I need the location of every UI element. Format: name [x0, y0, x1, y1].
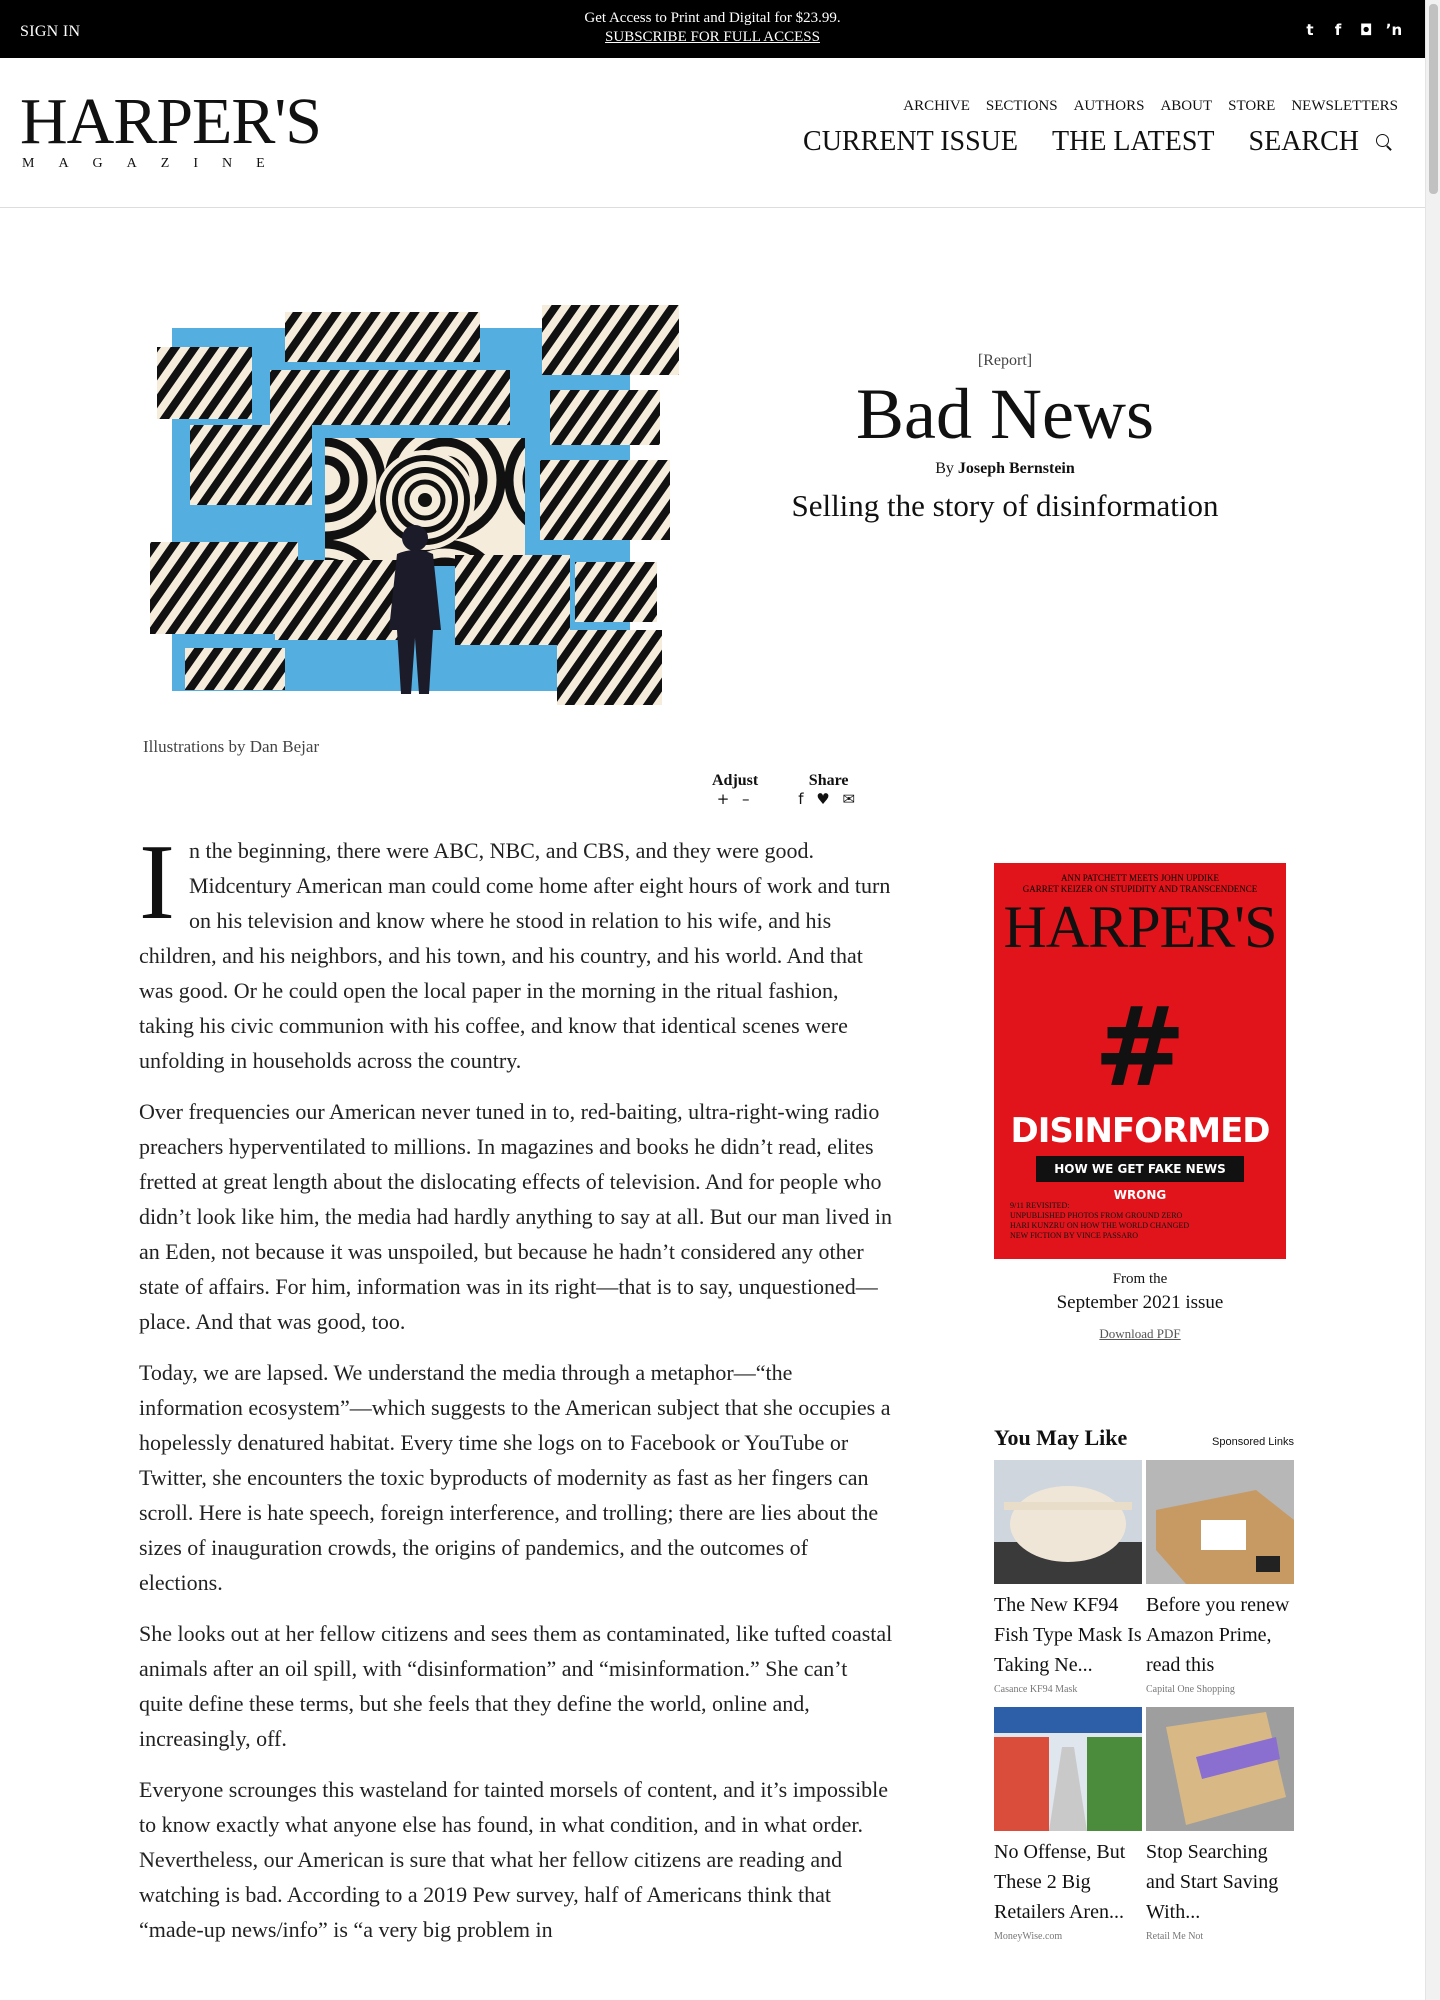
instagram-icon[interactable]: ◘ [1357, 22, 1375, 38]
nav-search[interactable]: SEARCH [1249, 126, 1359, 158]
byline: By Joseph Bernstein [740, 460, 1270, 478]
twitter-icon[interactable]: t [1301, 22, 1319, 38]
article-kicker[interactable]: [Report] [740, 352, 1270, 370]
search-icon[interactable] [1375, 133, 1393, 151]
sponsored-title[interactable]: No Offense, But These 2 Big Retailers Ar… [994, 1837, 1142, 1927]
share-label: Share [808, 772, 849, 789]
sponsored-source: Casance KF94 Mask [994, 1684, 1078, 1695]
illustration-caption: Illustrations by Dan Bejar [143, 737, 320, 756]
primary-nav: CURRENT ISSUE THE LATEST SEARCH [803, 126, 1393, 158]
cover-strap: HOW WE GET FAKE NEWS WRONG [1036, 1156, 1244, 1202]
nav-newsletters[interactable]: NEWSLETTERS [1291, 98, 1398, 115]
cover-hashtag: # [1093, 983, 1187, 1111]
adjust-controls: Adjust + – [712, 772, 758, 808]
font-size-adjust-icon[interactable]: + – [712, 790, 758, 808]
byline-prefix: By [935, 460, 954, 477]
promo-text: Get Access to Print and Digital for $23.… [584, 10, 841, 26]
share-icons[interactable]: f ♥ ✉ [798, 790, 859, 808]
sponsored-header: You May Like Sponsored Links [994, 1425, 1294, 1451]
logo-subtitle: MAGAZINE [22, 156, 289, 171]
cover-headline: DISINFORMED [1010, 1111, 1270, 1151]
issue-cover-image[interactable]: ANN PATCHETT MEETS JOHN UPDIKE GARRET KE… [994, 863, 1286, 1259]
sponsored-links-label[interactable]: Sponsored Links [1212, 1436, 1294, 1448]
facebook-icon[interactable]: f [1329, 22, 1347, 38]
sponsored-card[interactable]: Stop Searching and Start Saving With... … [1146, 1707, 1294, 1942]
nav-the-latest[interactable]: THE LATEST [1052, 126, 1215, 158]
social-links: t f ◘ ʼn [1301, 22, 1403, 38]
harpers-logo[interactable]: HARPER'S MAGAZINE [20, 85, 322, 172]
article-tools: Adjust + – Share f ♥ ✉ [712, 772, 859, 808]
author-link[interactable]: Joseph Bernstein [958, 460, 1075, 477]
adjust-label: Adjust [712, 772, 759, 789]
article-dek: Selling the story of disinformation [791, 488, 1219, 523]
page-scrollbar[interactable] [1425, 0, 1440, 2000]
cover-topline: ANN PATCHETT MEETS JOHN UPDIKE GARRET KE… [1022, 873, 1258, 894]
nav-sections[interactable]: SECTIONS [986, 98, 1058, 115]
download-pdf-link[interactable]: Download PDF [994, 1326, 1286, 1342]
store-aisle-ad-image[interactable] [994, 1707, 1142, 1831]
from-label: From the [1112, 1271, 1168, 1287]
cover-masthead: HARPER'S [1003, 894, 1278, 960]
issue-link[interactable]: September 2021 issue [994, 1292, 1286, 1314]
promo-banner: Get Access to Print and Digital for $23.… [0, 9, 1425, 47]
sponsored-title[interactable]: The New KF94 Fish Type Mask Is Taking Ne… [994, 1590, 1142, 1680]
secondary-nav: ARCHIVE SECTIONS AUTHORS ABOUT STORE NEW… [903, 98, 1398, 115]
logo-wordmark: HARPER'S [20, 85, 322, 158]
article-header: [Report] Bad News By Joseph Bernstein Se… [740, 352, 1270, 524]
sponsored-source: Retail Me Not [1146, 1931, 1204, 1942]
sponsored-grid: The New KF94 Fish Type Mask Is Taking Ne… [994, 1460, 1296, 1942]
nav-store[interactable]: STORE [1228, 98, 1275, 115]
spiral-speech-bubbles-image [150, 305, 679, 705]
sponsored-source: Capital One Shopping [1146, 1684, 1235, 1695]
nav-archive[interactable]: ARCHIVE [903, 98, 970, 115]
sponsored-card[interactable]: The New KF94 Fish Type Mask Is Taking Ne… [994, 1460, 1142, 1695]
article-paragraph: Everyone scrounges this wasteland for ta… [139, 1777, 889, 1942]
sponsored-card[interactable]: No Offense, But These 2 Big Retailers Ar… [994, 1707, 1142, 1942]
mask-ad-image[interactable] [994, 1460, 1142, 1584]
site-header: HARPER'S MAGAZINE ARCHIVE SECTIONS AUTHO… [0, 58, 1425, 208]
article-paragraph: Today, we are lapsed. We understand the … [139, 1360, 891, 1595]
cover-lines: 9/11 REVISITED: UNPUBLISHED PHOTOS FROM … [1010, 1201, 1190, 1240]
nav-current-issue[interactable]: CURRENT ISSUE [803, 126, 1018, 158]
shipping-box-ad-image[interactable] [1146, 1707, 1294, 1831]
sponsored-source: MoneyWise.com [994, 1931, 1063, 1942]
sponsored-card[interactable]: Before you renew Amazon Prime, read this… [1146, 1460, 1294, 1695]
nav-authors[interactable]: AUTHORS [1074, 98, 1145, 115]
article-body: In the beginning, there were ABC, NBC, a… [139, 823, 894, 1963]
subscribe-link[interactable]: SUBSCRIBE FOR FULL ACCESS [0, 28, 1425, 47]
article-title: Bad News [856, 374, 1154, 454]
article-paragraph: She looks out at her fellow citizens and… [139, 1621, 893, 1751]
top-bar: SIGN IN Get Access to Print and Digital … [0, 0, 1425, 58]
nav-about[interactable]: ABOUT [1160, 98, 1212, 115]
article-paragraph: Over frequencies our American never tune… [139, 1099, 892, 1334]
sponsored-title[interactable]: Stop Searching and Start Saving With... [1146, 1837, 1294, 1927]
rss-icon[interactable]: ʼn [1385, 22, 1403, 38]
scrollbar-thumb[interactable] [1429, 4, 1438, 194]
hero-illustration [145, 300, 685, 720]
sponsored-title[interactable]: Before you renew Amazon Prime, read this [1146, 1590, 1294, 1680]
you-may-like-heading: You May Like [994, 1425, 1128, 1450]
issue-info: From the September 2021 issue Download P… [994, 1271, 1286, 1342]
article-paragraph: In the beginning, there were ABC, NBC, a… [139, 823, 891, 1074]
package-ad-image[interactable] [1146, 1460, 1294, 1584]
share-controls: Share f ♥ ✉ [798, 772, 859, 808]
drop-cap: I [139, 823, 175, 942]
